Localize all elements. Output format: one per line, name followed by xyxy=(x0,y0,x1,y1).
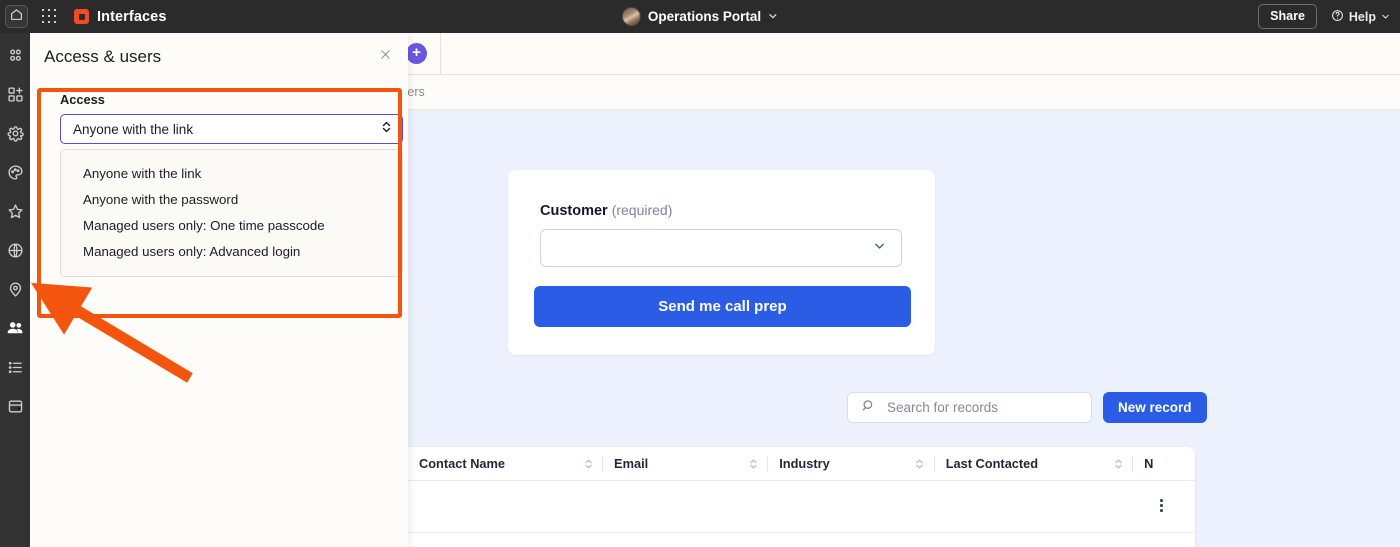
table-column-industry[interactable]: Industry xyxy=(745,447,829,481)
sort-icon[interactable] xyxy=(1110,458,1126,470)
table-row[interactable] xyxy=(375,533,1195,547)
sort-icon[interactable] xyxy=(745,458,761,470)
table-column-last-contacted[interactable]: Last Contacted xyxy=(912,447,1038,481)
table-column-label: Industry xyxy=(768,456,829,471)
brand-name: Interfaces xyxy=(97,9,167,25)
up-down-stepper-icon xyxy=(381,120,392,139)
customer-label-text: Customer xyxy=(540,203,608,219)
chevron-down-icon xyxy=(768,8,778,26)
access-option[interactable]: Anyone with the link xyxy=(61,160,402,186)
search-input[interactable]: Search for records xyxy=(847,392,1092,423)
records-table: Contact Name Email Ind xyxy=(375,447,1195,547)
gear-icon xyxy=(7,125,24,147)
panel-title: Access & users xyxy=(44,47,161,67)
customer-select[interactable] xyxy=(540,229,902,267)
access-select[interactable]: Anyone with the link xyxy=(60,114,403,144)
sidebar-item-location[interactable] xyxy=(4,281,26,303)
brand[interactable]: Interfaces xyxy=(74,9,167,25)
window-icon xyxy=(7,398,24,420)
table-column-next[interactable]: N xyxy=(1110,447,1153,481)
new-record-button[interactable]: New record xyxy=(1103,392,1207,423)
app-root: Interfaces Operations Portal Share Help xyxy=(0,0,1400,547)
sidebar-item-domain[interactable] xyxy=(4,242,26,264)
sidebar-item-appearance[interactable] xyxy=(4,164,26,186)
table-column-label: Contact Name xyxy=(408,456,505,471)
access-option[interactable]: Managed users only: Advanced login xyxy=(61,238,402,264)
close-icon[interactable] xyxy=(379,48,392,65)
sort-icon[interactable] xyxy=(580,458,596,470)
table-column-email[interactable]: Email xyxy=(580,447,648,481)
dots-cluster-icon xyxy=(7,47,24,69)
interfaces-logo-icon xyxy=(74,9,89,24)
send-call-prep-button[interactable]: Send me call prep xyxy=(534,286,911,327)
help-label: Help xyxy=(1349,10,1376,24)
call-prep-form-card: Customer(required) Send me call prep xyxy=(508,170,935,355)
portal-name: Operations Portal xyxy=(648,9,761,24)
access-selected-value: Anyone with the link xyxy=(73,122,193,137)
sidebar-item-pages[interactable] xyxy=(4,398,26,420)
map-pin-icon xyxy=(7,281,24,303)
question-circle-icon xyxy=(1331,9,1344,25)
table-column-label: Email xyxy=(603,456,648,471)
table-row[interactable] xyxy=(375,481,1195,533)
top-bar: Interfaces Operations Portal Share Help xyxy=(0,0,1400,33)
access-users-panel: Access & users Access Anyone with the li… xyxy=(30,33,408,547)
table-column-label: N xyxy=(1133,456,1153,471)
help-button[interactable]: Help xyxy=(1331,9,1390,25)
table-column-label: Last Contacted xyxy=(935,456,1038,471)
list-icon xyxy=(7,359,24,381)
left-sidebar xyxy=(0,33,30,547)
access-option[interactable]: Managed users only: One time passcode xyxy=(61,212,402,238)
users-icon xyxy=(6,319,25,343)
search-icon xyxy=(861,398,876,418)
sidebar-item-favorites[interactable] xyxy=(4,203,26,225)
required-note: (required) xyxy=(612,202,673,218)
sort-icon[interactable] xyxy=(912,458,928,470)
add-page-button[interactable]: + xyxy=(406,43,427,64)
access-option[interactable]: Anyone with the password xyxy=(61,186,402,212)
star-icon xyxy=(7,203,24,225)
home-button[interactable] xyxy=(5,5,28,28)
globe-icon xyxy=(7,242,24,264)
kebab-menu-icon[interactable] xyxy=(1160,499,1163,512)
share-button[interactable]: Share xyxy=(1258,4,1317,29)
apps-grid-icon[interactable] xyxy=(42,9,58,25)
home-icon xyxy=(10,8,23,26)
table-header-row: Contact Name Email Ind xyxy=(375,447,1195,481)
records-toolbar: Search for records New record xyxy=(847,392,1207,423)
sidebar-item-access-users[interactable] xyxy=(4,320,26,342)
palette-icon xyxy=(7,164,24,186)
sidebar-item-list[interactable] xyxy=(4,359,26,381)
chevron-down-icon xyxy=(1381,10,1390,24)
sidebar-item-settings[interactable] xyxy=(4,125,26,147)
add-block-icon xyxy=(7,86,24,108)
search-placeholder: Search for records xyxy=(887,400,998,415)
access-dropdown-menu: Anyone with the link Anyone with the pas… xyxy=(60,149,403,277)
access-section: Access Anyone with the link Anyone with … xyxy=(41,92,398,277)
chevron-down-icon xyxy=(872,238,887,258)
sidebar-item-elements[interactable] xyxy=(4,47,26,69)
access-label: Access xyxy=(41,92,398,107)
portal-switcher[interactable]: Operations Portal xyxy=(622,7,778,26)
avatar xyxy=(622,7,641,26)
toolbar-divider xyxy=(440,33,441,75)
customer-field-label: Customer(required) xyxy=(540,202,935,219)
sidebar-item-add-element[interactable] xyxy=(4,86,26,108)
panel-header: Access & users xyxy=(30,33,408,80)
top-bar-actions: Share Help xyxy=(1258,4,1390,29)
